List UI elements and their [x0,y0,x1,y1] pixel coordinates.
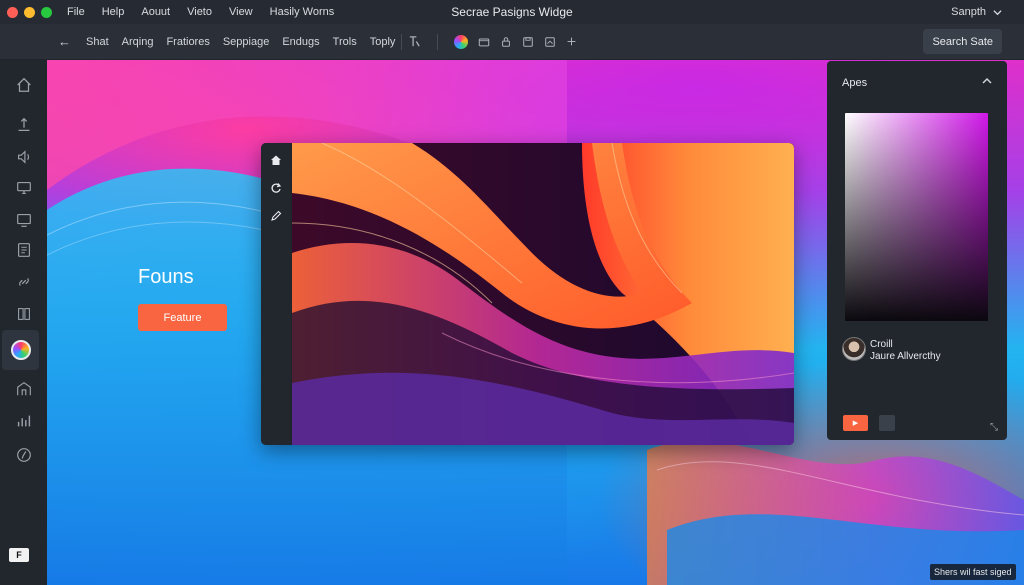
image-window [261,143,794,445]
toolbar: ← Shat Arqing Fratiores Seppiage Endugs … [0,24,1024,60]
menu-item-vieto[interactable]: Vieto [187,6,212,18]
sidebar-badge[interactable]: F [9,548,29,562]
maximize-window-button[interactable] [41,6,52,18]
resize-handle-icon[interactable]: ⤡ [987,420,1001,434]
minimize-window-button[interactable] [24,6,35,18]
document-icon [17,243,30,257]
toolbar-item-trols[interactable]: Trols [333,36,357,48]
color-wheel-icon [10,340,31,360]
link-icon [18,277,29,287]
toolbar-divider-2 [437,33,439,50]
sidebar-color-active[interactable] [2,330,39,370]
left-sidebar: F [0,60,47,585]
text-tool-icon[interactable] [408,35,421,48]
toolbar-item-fratiores[interactable]: Fratiores [166,36,209,48]
sidebar-building[interactable] [0,374,47,404]
chart-icon [17,415,30,427]
panel-title: Apes [842,77,868,89]
search-button[interactable]: Search Sate [923,29,1002,54]
speaker-icon [17,150,29,164]
plus-icon[interactable] [566,36,577,47]
menu-item-help[interactable]: Help [102,6,125,18]
close-window-button[interactable] [7,6,18,18]
menu-item-view[interactable]: View [229,6,253,18]
sidebar-chart[interactable] [0,406,47,436]
menu-bar: File Help Aouut Vieto View Hasily Worns [67,6,334,18]
image-tool-strip [261,143,291,445]
tool-pen[interactable] [268,208,284,224]
menu-item-about[interactable]: Aouut [141,6,170,18]
back-arrow-icon[interactable]: ← [58,34,72,49]
artwork-image[interactable] [292,143,794,445]
chevron-down-icon [993,9,1002,15]
sidebar-home[interactable] [0,70,47,100]
pen-icon [271,210,282,221]
toolbar-item-arqing[interactable]: Arqing [122,36,154,48]
right-panel: Apes Croill Jaure Allvercthy ▶ ⤡ [827,61,1007,440]
tool-home[interactable] [268,152,284,168]
sidebar-speaker[interactable] [0,142,47,172]
feature-button[interactable]: Feature [138,304,227,331]
home-icon [271,155,281,165]
screen-icon [16,214,31,227]
avatar[interactable] [842,337,866,361]
grid-icon [17,308,30,320]
sidebar-grid[interactable] [0,299,47,329]
home-icon [16,77,31,92]
user-menu[interactable]: Sanpth [951,0,1002,24]
monitor-icon [16,182,31,194]
toolbar-item-endugs[interactable]: Endugs [282,36,319,48]
sidebar-document[interactable] [0,235,47,265]
menu-item-hasily-worns[interactable]: Hasily Worns [270,6,335,18]
person-line-2: Jaure Allvercthy [870,351,941,362]
toolbar-menu: Shat Arqing Fratiores Seppiage Endugs Tr… [86,36,395,48]
compass-icon [16,448,31,462]
lock-icon[interactable] [500,36,512,48]
toolbar-item-toply[interactable]: Toply [370,36,396,48]
toolbar-item-shat[interactable]: Shat [86,36,109,48]
chevron-up-icon[interactable] [982,75,992,89]
building-icon [16,381,31,396]
status-toast: Shers wil fast siged [930,564,1016,580]
square-button[interactable] [879,415,895,431]
rotate-icon [271,183,282,193]
sidebar-compass[interactable] [0,440,47,470]
image-edit-icon[interactable] [544,36,556,48]
sidebar-monitor[interactable] [0,173,47,203]
hero-title: Founs [138,266,194,288]
color-picker-area[interactable] [845,113,988,321]
folder-icon[interactable] [478,36,490,48]
save-icon[interactable] [522,36,534,48]
toolbar-icons [408,33,577,50]
play-icon: ▶ [852,420,859,427]
color-wheel-icon[interactable] [454,34,469,49]
sidebar-upload[interactable] [0,110,47,140]
menu-item-file[interactable]: File [67,6,85,18]
person-line-1: Croill [870,339,893,350]
window-controls [7,6,52,18]
toolbar-item-seppiage[interactable]: Seppiage [223,36,270,48]
toolbar-divider [401,33,403,50]
sidebar-screen[interactable] [0,205,47,235]
abstract-swirl-artwork [292,143,794,445]
title-bar: File Help Aouut Vieto View Hasily Worns … [0,0,1024,24]
upload-icon [18,117,29,132]
sidebar-link[interactable] [0,267,47,297]
tool-rotate[interactable] [268,180,284,196]
play-button[interactable]: ▶ [843,415,868,431]
user-name: Sanpth [951,6,986,18]
